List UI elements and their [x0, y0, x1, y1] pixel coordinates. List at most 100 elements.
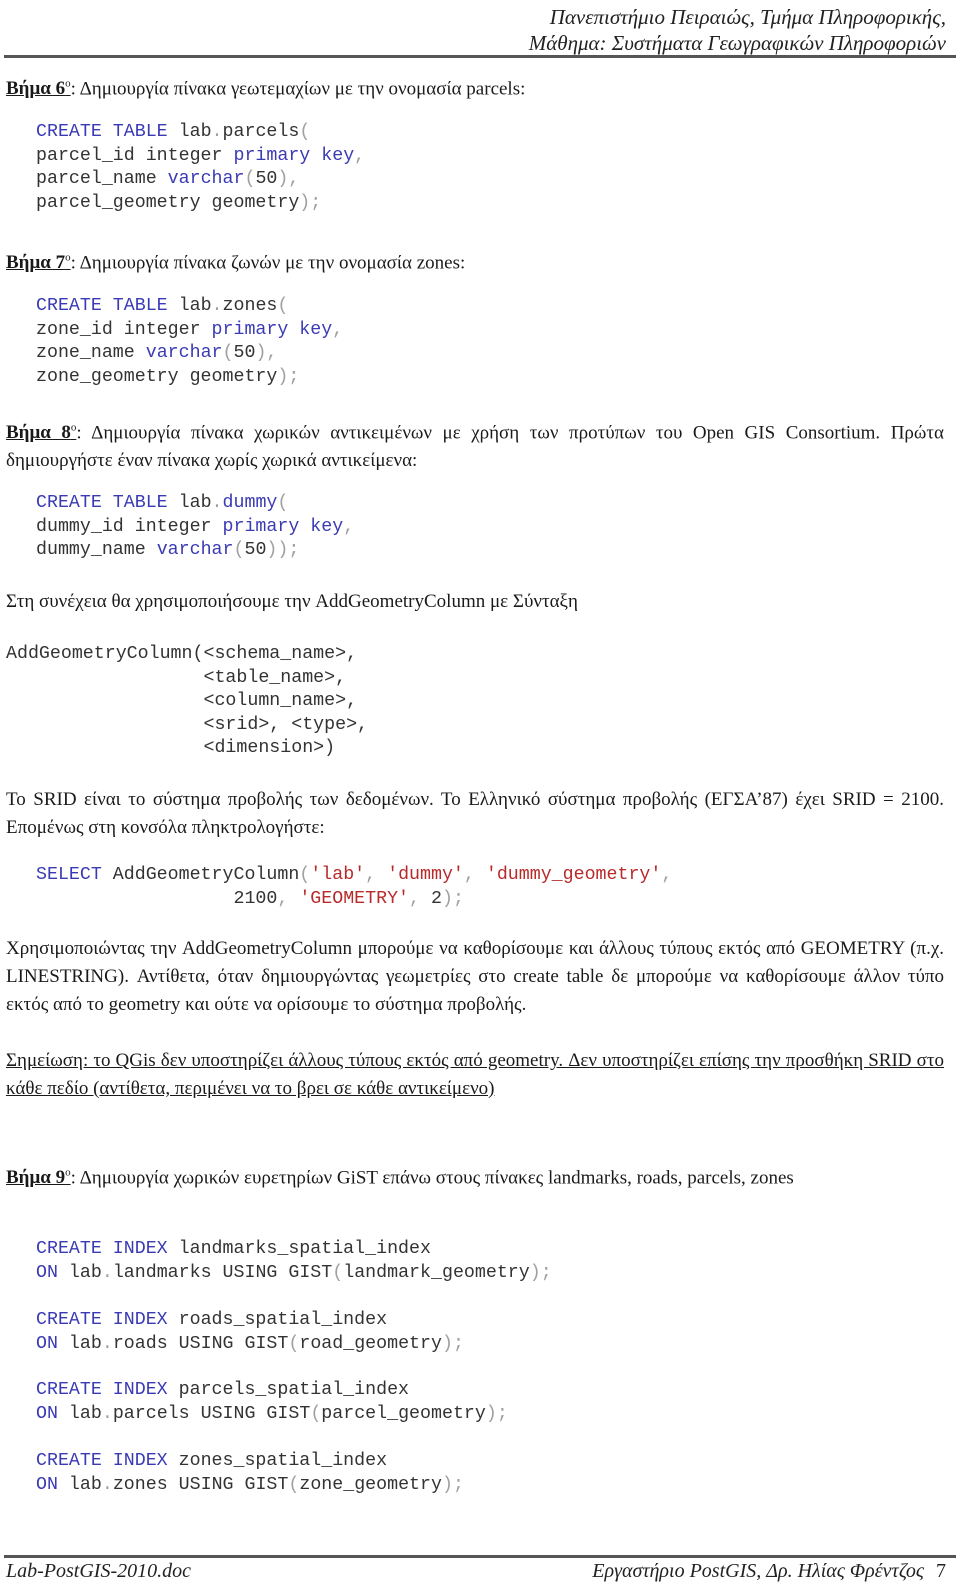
code-token: zone_name — [36, 343, 146, 364]
code-block-index-roads: CREATE INDEX roads_spatial_index ON lab.r… — [36, 1309, 464, 1356]
code-token: primary key — [222, 516, 344, 537]
code-token: zones — [222, 296, 278, 316]
code-line: <column_name>, — [6, 690, 368, 714]
code-line: SELECT AddGeometryColumn('lab', 'dummy',… — [36, 864, 672, 888]
code-token: <srid>, <type>, — [6, 714, 369, 735]
code-line: <table_name>, — [6, 667, 368, 691]
code-token: ( — [288, 1333, 300, 1354]
code-token: ( — [310, 1403, 322, 1424]
code-token: CREATE INDEX — [36, 1451, 179, 1471]
code-token: zone_geometry — [299, 1474, 442, 1495]
code-token: SELECT — [36, 865, 113, 885]
code-token: . — [101, 1474, 113, 1495]
code-token: . — [211, 296, 223, 316]
paragraph-using: Χρησιμοποιώντας την AddGeometryColumn μπ… — [6, 938, 944, 1015]
code-token: ON — [36, 1333, 69, 1354]
code-token: roads USING GIST — [112, 1333, 289, 1354]
step-7-heading: Βήμα 7ο: Δημιουργία πίνακα ζωνών με την … — [6, 244, 944, 277]
step-8-heading: Βήμα 8ο: Δημιουργία πίνακα χωρικών αντικ… — [6, 414, 944, 475]
code-token: varchar — [156, 540, 234, 561]
step-label: Βήμα 8ο — [6, 422, 77, 444]
code-token: CREATE INDEX — [36, 1380, 179, 1400]
code-token: . — [101, 1262, 113, 1283]
code-line: zone_geometry geometry); — [36, 366, 343, 390]
code-block-index-zones: CREATE INDEX zones_spatial_index ON lab.z… — [36, 1450, 464, 1497]
step-label: Βήμα 9ο — [6, 1167, 71, 1189]
code-token: zone_id integer — [36, 319, 212, 340]
code-block-zones: CREATE TABLE lab.zones(zone_id integer p… — [36, 295, 343, 389]
step-6-heading: Βήμα 6ο: Δημιουργία πίνακα γεωτεμαχίων μ… — [6, 70, 944, 103]
code-block-syntax: AddGeometryColumn(<schema_name>, <table_… — [6, 643, 368, 761]
code-token: . — [211, 122, 223, 142]
code-token: landmark_geometry — [343, 1262, 530, 1283]
code-token: parcels — [222, 122, 300, 142]
step-9-heading: Βήμα 9ο: Δημιουργία χωρικών ευρετηρίων G… — [6, 1159, 944, 1192]
code-token: ); — [299, 192, 322, 213]
code-token: <dimension>) — [6, 738, 336, 759]
code-token: parcels_spatial_index — [178, 1380, 410, 1400]
code-token: landmarks_spatial_index — [178, 1239, 431, 1259]
code-line: <dimension>) — [6, 737, 368, 761]
code-block-index-landmarks: CREATE INDEX landmarks_spatial_index ON l… — [36, 1238, 552, 1285]
code-token: 50 — [244, 540, 267, 561]
code-token: ON — [36, 1474, 69, 1495]
code-token: ( — [299, 865, 311, 885]
code-block-index-parcels: CREATE INDEX parcels_spatial_index ON lab… — [36, 1379, 508, 1426]
code-token: ); — [485, 1403, 508, 1424]
footer-divider — [4, 1555, 956, 1558]
code-block-parcels: CREATE TABLE lab.parcels(parcel_id integ… — [36, 121, 365, 215]
code-token: lab — [68, 1333, 102, 1354]
step-label: Βήμα 6ο — [6, 78, 71, 100]
code-token: ), — [255, 343, 278, 364]
code-line: ON lab.zones USING GIST(zone_geometry); — [36, 1474, 464, 1498]
code-token: landmarks USING GIST — [112, 1262, 333, 1283]
header-university: Πανεπιστήμιο Πειραιώς, Τμήμα Πληροφορική… — [549, 5, 946, 29]
code-token: ON — [36, 1262, 69, 1283]
code-token: roads_spatial_index — [178, 1310, 388, 1330]
code-token: zones USING GIST — [112, 1474, 289, 1495]
code-token: CREATE INDEX — [36, 1239, 179, 1259]
code-token: ( — [288, 1474, 300, 1495]
code-token: , — [343, 516, 355, 537]
step-description: : Δημιουργία πίνακα ζωνών με την ονομασί… — [70, 252, 466, 274]
code-line: parcel_geometry geometry); — [36, 192, 365, 216]
code-line: AddGeometryColumn(<schema_name>, — [6, 643, 368, 667]
code-token: CREATE TABLE — [36, 122, 179, 142]
code-token: ( — [332, 1262, 344, 1283]
code-token: CREATE INDEX — [36, 1310, 179, 1330]
code-token: varchar — [167, 169, 245, 190]
code-line: parcel_name varchar(50), — [36, 168, 365, 192]
paragraph-then-use: Στη συνέχεια θα χρησιμοποιήσουμε την Add… — [6, 591, 578, 612]
code-token: <column_name>, — [6, 691, 358, 712]
code-token: . — [101, 1333, 113, 1354]
step-label: Βήμα 7ο — [6, 252, 71, 274]
code-token: , — [365, 865, 388, 885]
code-token: ( — [244, 169, 256, 190]
code-token: ), — [277, 169, 300, 190]
code-block-dummy: CREATE TABLE lab.dummy(dummy_id integer … — [36, 492, 354, 563]
code-token: ON — [36, 1403, 69, 1424]
code-line: CREATE INDEX roads_spatial_index — [36, 1309, 464, 1333]
code-token: primary key — [233, 145, 355, 166]
code-token: 'dummy_geometry' — [485, 865, 662, 885]
code-line: CREATE INDEX landmarks_spatial_index — [36, 1238, 552, 1262]
code-token: ); — [441, 1474, 464, 1495]
code-token: , — [277, 888, 300, 909]
code-line: 2100, 'GEOMETRY', 2); — [36, 888, 672, 912]
code-token: ( — [299, 122, 311, 142]
code-token: 2 — [430, 888, 442, 909]
code-token: dummy — [222, 493, 278, 513]
code-token: parcel_name — [36, 169, 168, 190]
code-line: ON lab.roads USING GIST(road_geometry); — [36, 1333, 464, 1357]
code-token: 'GEOMETRY' — [299, 888, 410, 909]
code-token: ( — [277, 493, 289, 513]
code-token: , — [409, 888, 431, 909]
code-token: ( — [233, 540, 245, 561]
footer-course: Εργαστήριο PostGIS, Δρ. Ηλίας Φρέντζος 7 — [592, 1560, 946, 1583]
code-token: 50 — [255, 169, 278, 190]
paragraph-srid: Το SRID είναι το σύστημα προβολής των δε… — [6, 789, 944, 838]
code-token: ); — [529, 1262, 552, 1283]
code-token: 'dummy' — [387, 865, 464, 885]
code-token: )); — [266, 540, 300, 561]
code-token: parcels USING GIST — [112, 1403, 311, 1424]
